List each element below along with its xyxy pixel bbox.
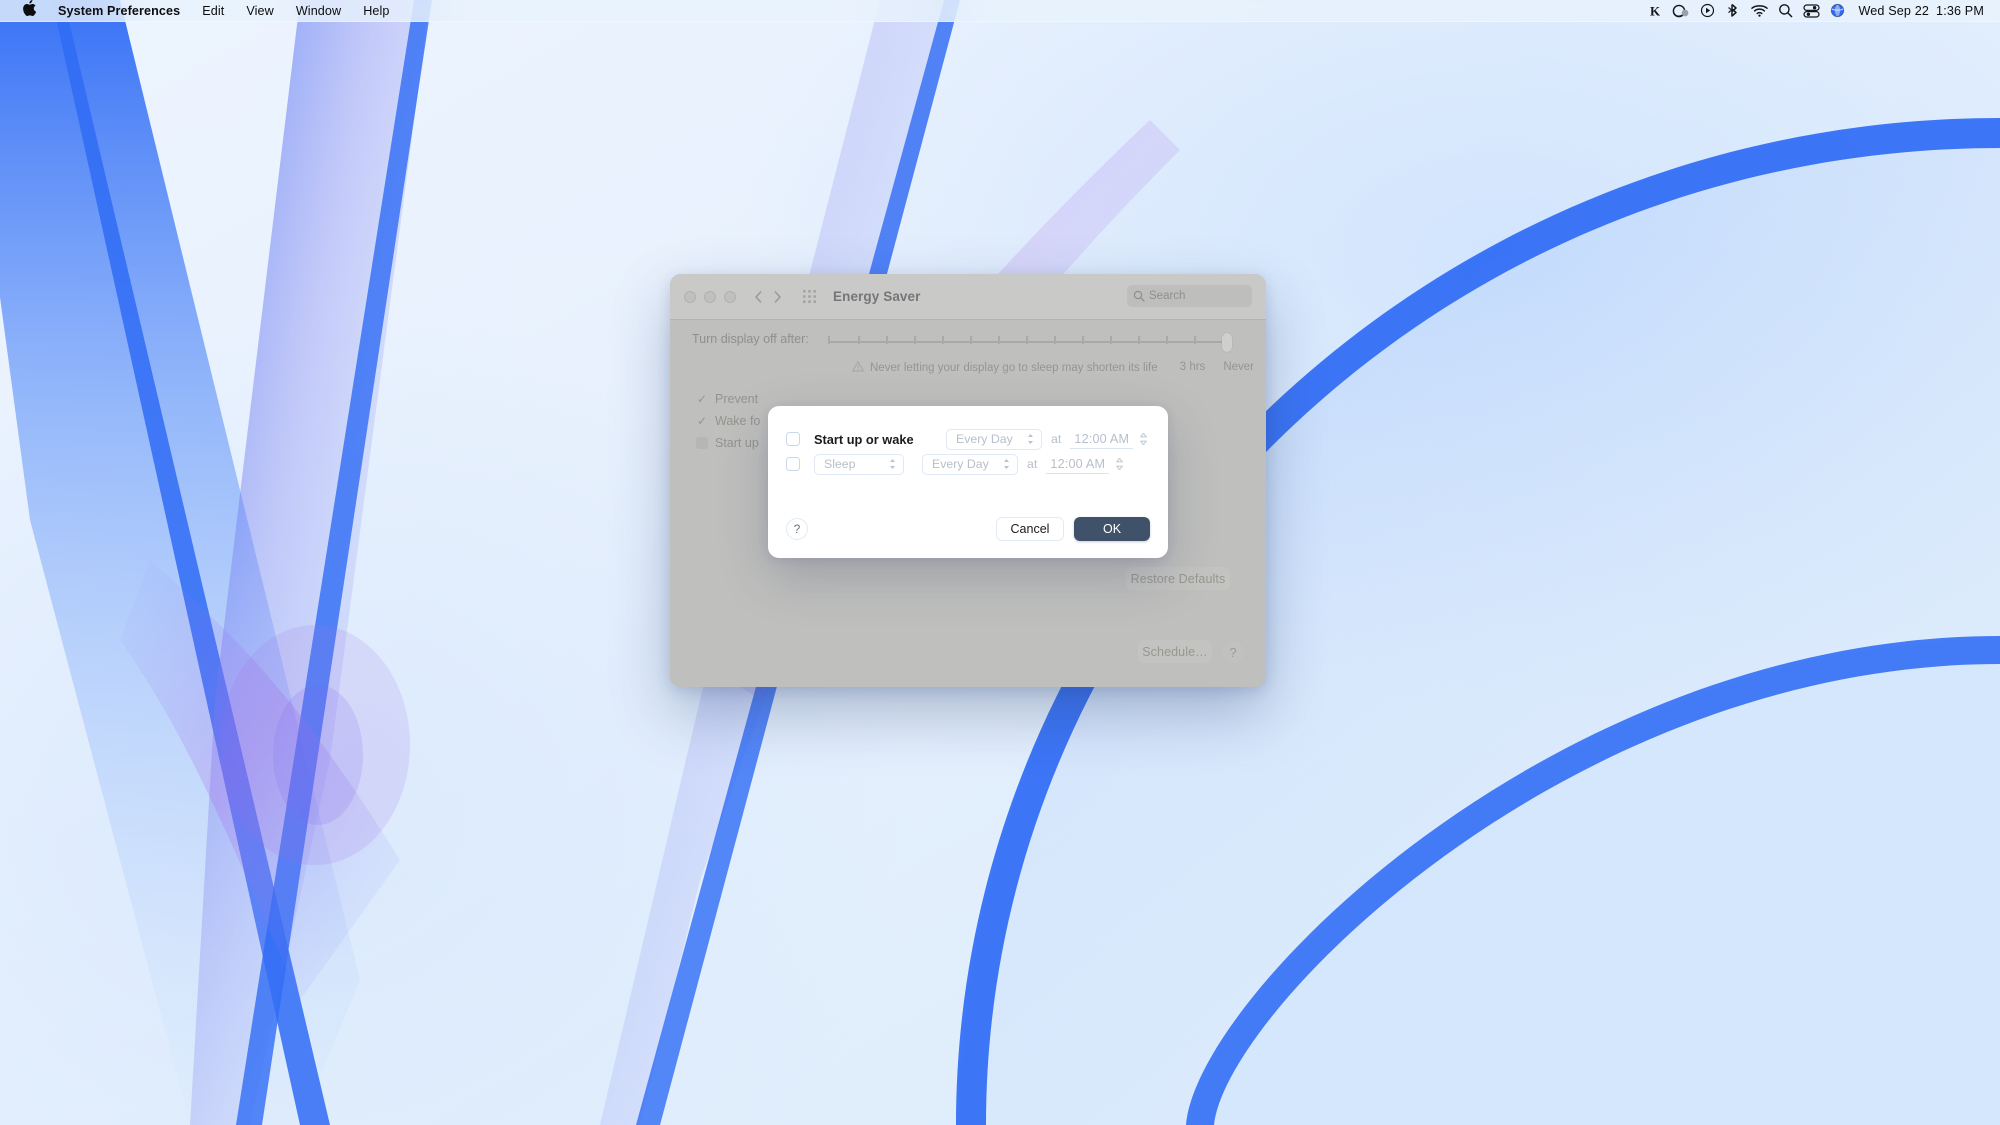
bluetooth-figure-icon[interactable]	[1720, 0, 1746, 22]
wifi-icon[interactable]	[1746, 0, 1772, 22]
sleep-action-popup[interactable]: Sleep	[814, 453, 904, 475]
option-label: Prevent	[715, 392, 759, 406]
sleep-day-popup[interactable]: Every Day	[922, 453, 1018, 475]
ok-button[interactable]: OK	[1074, 517, 1150, 541]
chevron-updown-icon	[1028, 434, 1033, 444]
turn-display-off-label: Turn display off after:	[692, 332, 809, 346]
window-help-button[interactable]: ?	[1222, 641, 1244, 663]
display-sleep-slider[interactable]	[828, 332, 1232, 358]
startup-time-stepper[interactable]	[1137, 429, 1150, 449]
sleep-time-stepper[interactable]	[1113, 454, 1126, 474]
page-title: Energy Saver	[833, 289, 921, 304]
show-all-grid-icon[interactable]	[802, 289, 817, 304]
dropper-circles-icon[interactable]	[1668, 0, 1694, 22]
sleep-checkbox[interactable]	[786, 457, 800, 471]
menu-item-view[interactable]: View	[235, 1, 284, 21]
schedule-button[interactable]: Schedule…	[1138, 640, 1212, 663]
sleep-time-field[interactable]: 12:00 AM	[1046, 454, 1110, 474]
control-center-icon[interactable]	[1798, 0, 1824, 22]
slider-knob[interactable]	[1222, 333, 1232, 352]
startup-day-popup[interactable]: Every Day	[946, 428, 1042, 450]
caution-triangle-icon	[851, 360, 865, 375]
search-placeholder: Search	[1149, 290, 1186, 302]
schedule-row-startup: Start up or wake Every Day at 12:00 AM	[768, 426, 1168, 452]
siri-globe-icon[interactable]	[1824, 0, 1850, 22]
menu-item-window[interactable]: Window	[285, 1, 352, 21]
menu-bar: System Preferences Edit View Window Help…	[0, 0, 2000, 22]
search-field[interactable]: Search	[1127, 285, 1252, 307]
restore-defaults-button[interactable]: Restore Defaults	[1126, 567, 1230, 590]
slider-max-label: Never	[1223, 361, 1254, 373]
warning-text: Never letting your display go to sleep m…	[870, 362, 1158, 374]
option-label: Start up	[715, 436, 759, 450]
startup-checkbox[interactable]	[786, 432, 800, 446]
option-row[interactable]: ✓ Wake fo	[696, 414, 760, 428]
slider-range-labels: 3 hrs Never	[1180, 361, 1254, 373]
option-label: Wake fo	[715, 414, 761, 428]
zoom-button[interactable]	[724, 290, 736, 303]
option-row[interactable]: Start up	[696, 436, 760, 450]
clock-date: Wed Sep 22	[1858, 3, 1930, 18]
minimize-button[interactable]	[704, 290, 716, 303]
schedule-row-sleep: Sleep Every Day at 12:00 AM	[768, 451, 1168, 477]
chevron-updown-icon	[890, 459, 895, 469]
slider-min-label: 3 hrs	[1179, 361, 1206, 373]
sleep-day-value: Every Day	[932, 457, 989, 471]
startup-row-label: Start up or wake	[814, 431, 914, 447]
display-sleep-warning: Never letting your display go to sleep m…	[851, 360, 1158, 375]
traffic-lights	[670, 290, 736, 303]
cancel-button[interactable]: Cancel	[996, 517, 1064, 541]
chevron-left-icon[interactable]	[752, 289, 765, 305]
menu-item-system-preferences[interactable]: System Preferences	[47, 1, 191, 21]
spotlight-search-icon[interactable]	[1772, 0, 1798, 22]
clock-time: 1:36 PM	[1936, 3, 1984, 18]
checkmark-icon: ✓	[696, 392, 708, 406]
sheet-footer: ? Cancel OK	[768, 517, 1168, 542]
svg-text:K: K	[1650, 4, 1661, 18]
startup-time-field[interactable]: 12:00 AM	[1070, 429, 1134, 449]
sheet-help-button[interactable]: ?	[786, 518, 808, 540]
menu-bar-clock[interactable]: Wed Sep 22 1:36 PM	[1850, 4, 1988, 18]
startup-day-value: Every Day	[956, 432, 1013, 446]
option-row[interactable]: ✓ Prevent	[696, 392, 760, 406]
window-titlebar: Energy Saver Search	[670, 274, 1266, 320]
menu-item-help[interactable]: Help	[352, 1, 400, 21]
chevron-updown-icon	[1004, 459, 1009, 469]
checkmark-icon: ✓	[696, 414, 708, 428]
chevron-right-icon[interactable]	[771, 289, 784, 305]
sleep-at-label: at	[1027, 457, 1038, 471]
play-circle-icon[interactable]	[1694, 0, 1720, 22]
schedule-sheet-dialog: Start up or wake Every Day at 12:00 AM S…	[768, 406, 1168, 558]
menu-bar-left: System Preferences Edit View Window Help	[0, 0, 401, 21]
keyboard-k-icon[interactable]: K	[1642, 0, 1668, 22]
energy-options-list: ✓ Prevent ✓ Wake fo Start up	[696, 392, 760, 450]
search-icon	[1133, 290, 1145, 302]
navigation-arrows	[752, 289, 784, 305]
apple-menu-icon[interactable]	[11, 0, 47, 21]
menu-bar-status-area: K Wed Sep 22 1:36 PM	[1642, 0, 2000, 22]
startup-at-label: at	[1051, 432, 1062, 446]
menu-item-edit[interactable]: Edit	[191, 1, 235, 21]
sleep-action-value: Sleep	[824, 457, 856, 471]
checkbox-unchecked-icon	[696, 437, 708, 449]
close-button[interactable]	[684, 290, 696, 303]
